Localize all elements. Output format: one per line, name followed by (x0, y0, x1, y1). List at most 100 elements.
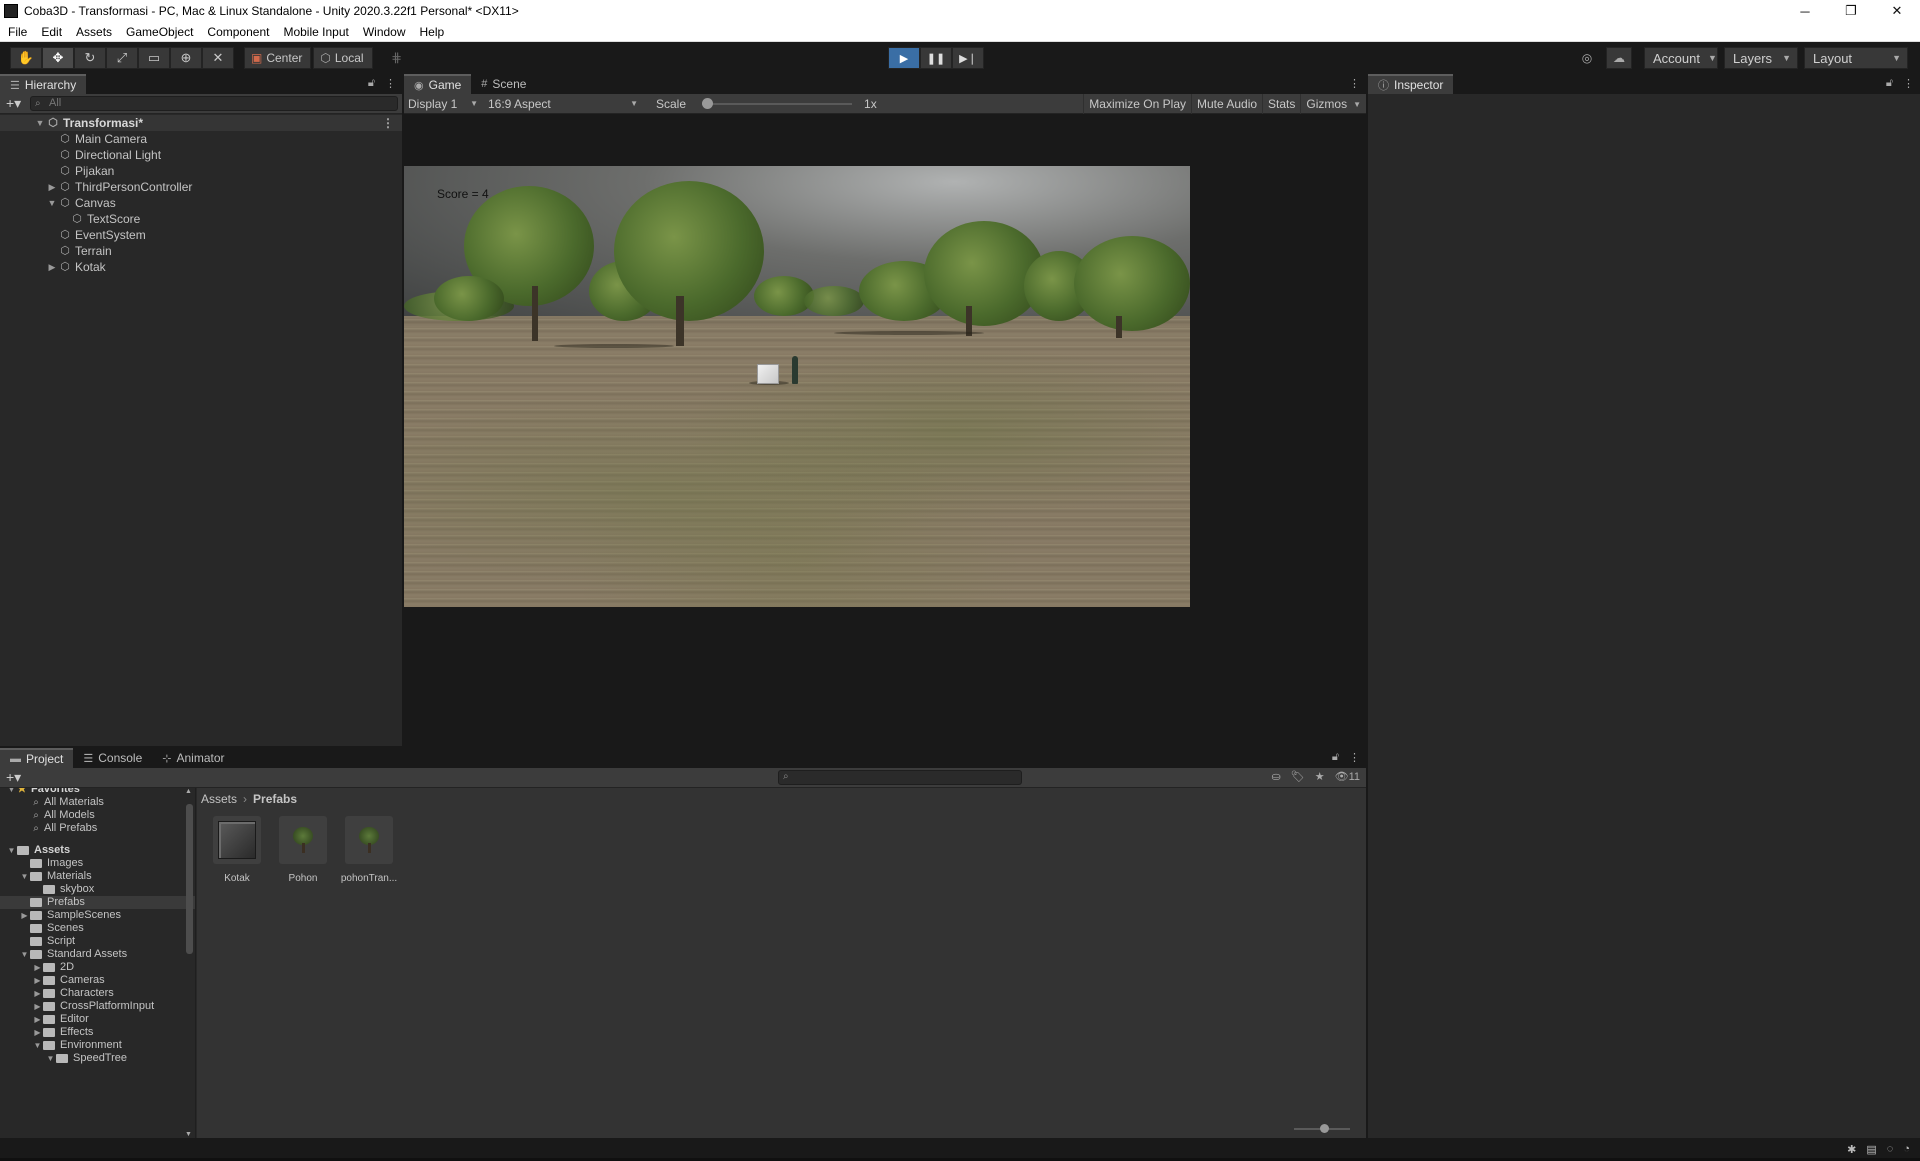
breadcrumb-assets[interactable]: Assets (201, 792, 237, 806)
expand-arrow-icon[interactable]: ▶ (32, 987, 43, 1000)
cache-icon[interactable]: ▤ (1866, 1143, 1876, 1156)
thumbnail-size-knob[interactable] (1320, 1124, 1329, 1133)
folder-item-cameras[interactable]: ▶ Cameras (0, 974, 195, 987)
expand-arrow-icon[interactable]: ▶ (32, 1013, 43, 1026)
layers-dropdown[interactable]: Layers ▼ (1724, 47, 1798, 69)
tab-inspector[interactable]: ⓘ Inspector (1368, 74, 1454, 94)
expand-arrow-icon[interactable]: ▼ (6, 844, 17, 857)
hierarchy-item-kotak[interactable]: ▶ ⬡ Kotak (0, 259, 402, 275)
kebab-menu-icon[interactable]: ⋮ (1349, 751, 1360, 764)
hierarchy-item-pijakan[interactable]: ⬡ Pijakan (0, 163, 402, 179)
rotate-tool-icon[interactable]: ↻ (74, 47, 106, 69)
asset-item-kotak[interactable]: Kotak (211, 816, 263, 884)
favorites-header[interactable]: ▼ ★ Favorites (0, 788, 195, 796)
folder-item-skybox[interactable]: skybox (0, 883, 195, 896)
hierarchy-item-thirdpersoncontroller[interactable]: ▶ ⬡ ThirdPersonController (0, 179, 402, 195)
scroll-up-icon[interactable]: ▲ (185, 788, 192, 795)
aspect-dropdown[interactable]: 16:9 Aspect ▼ (484, 94, 642, 114)
folder-item-materials[interactable]: ▼ Materials (0, 870, 195, 883)
asset-item-pohontran-[interactable]: pohonTran... (341, 816, 397, 884)
expand-arrow-icon[interactable]: ▼ (19, 948, 30, 961)
menu-window[interactable]: Window (355, 22, 412, 42)
menu-help[interactable]: Help (412, 22, 451, 42)
menu-gameobject[interactable]: GameObject (118, 22, 199, 42)
expand-arrow-icon[interactable]: ▶ (19, 909, 30, 922)
hierarchy-item-canvas[interactable]: ▼ ⬡ Canvas (0, 195, 402, 211)
folder-item-speedtree[interactable]: ▼ SpeedTree (0, 1052, 195, 1065)
menu-component[interactable]: Component (199, 22, 275, 42)
maximize-on-play-button[interactable]: Maximize On Play (1083, 94, 1191, 114)
folder-item-standard-assets[interactable]: ▼ Standard Assets (0, 948, 195, 961)
tab-console[interactable]: ☰ Console (73, 748, 152, 768)
scale-tool-icon[interactable]: ⤢ (106, 47, 138, 69)
create-asset-button[interactable]: +▾ (0, 769, 30, 786)
menu-assets[interactable]: Assets (68, 22, 118, 42)
hand-tool-icon[interactable]: ✋ (10, 47, 42, 69)
play-icon[interactable]: ▶ (888, 47, 920, 69)
thumbnail-size-slider[interactable] (1294, 1124, 1350, 1133)
kebab-menu-icon[interactable]: ⋮ (1903, 77, 1914, 90)
folder-item-crossplatforminput[interactable]: ▶ CrossPlatformInput (0, 1000, 195, 1013)
bug-icon[interactable]: ✱ (1847, 1143, 1856, 1156)
kebab-menu-icon[interactable]: ⋮ (382, 116, 394, 130)
scene-root-row[interactable]: ▼ ⬡ Transformasi* ⋮ (0, 115, 402, 131)
menu-file[interactable]: File (0, 22, 33, 42)
expand-arrow-icon[interactable]: ▶ (46, 262, 58, 273)
move-tool-icon[interactable]: ✥ (42, 47, 74, 69)
transform-tool-icon[interactable]: ⊕ (170, 47, 202, 69)
hierarchy-item-directional-light[interactable]: ⬡ Directional Light (0, 147, 402, 163)
account-dropdown[interactable]: Account ▼ (1644, 47, 1718, 69)
filter-by-type-icon[interactable]: ⛀ (1272, 770, 1281, 783)
expand-arrow-icon[interactable]: ▼ (6, 788, 17, 796)
folder-item-prefabs[interactable]: Prefabs (0, 896, 195, 909)
project-search-input[interactable]: ⌕ (778, 770, 1022, 785)
pivot-center-button[interactable]: ▣ Center (244, 47, 312, 69)
expand-arrow-icon[interactable]: ▼ (19, 870, 30, 883)
asset-item-pohon[interactable]: Pohon (277, 816, 329, 884)
expand-arrow-icon[interactable]: ▶ (32, 1026, 43, 1039)
hierarchy-search-input[interactable]: ⌕ All (30, 96, 398, 111)
scale-slider[interactable] (702, 97, 853, 109)
folder-item-editor[interactable]: ▶ Editor (0, 1013, 195, 1026)
tab-hierarchy[interactable]: ☰ Hierarchy (0, 74, 87, 94)
scrollbar-thumb[interactable] (186, 804, 193, 954)
expand-arrow-icon[interactable]: ▶ (32, 1000, 43, 1013)
folder-item-script[interactable]: Script (0, 935, 195, 948)
pivot-local-button[interactable]: ⬡ Local (313, 47, 373, 69)
favorite-item[interactable]: ⌕ All Materials (0, 796, 195, 809)
folder-item-scenes[interactable]: Scenes (0, 922, 195, 935)
expand-arrow-icon[interactable]: ▼ (45, 1052, 56, 1065)
tab-game[interactable]: ◉ Game (404, 74, 472, 94)
favorite-star-icon[interactable]: ★ (1315, 770, 1325, 783)
expand-arrow-icon[interactable]: ▶ (32, 961, 43, 974)
mute-audio-button[interactable]: Mute Audio (1191, 94, 1262, 114)
lock-icon[interactable]: 🔓︎ (368, 77, 375, 90)
expand-arrow-icon[interactable]: ▼ (32, 1039, 43, 1052)
folder-item-environment[interactable]: ▼ Environment (0, 1039, 195, 1052)
folder-item-characters[interactable]: ▶ Characters (0, 987, 195, 1000)
stats-button[interactable]: Stats (1262, 94, 1300, 114)
scroll-down-icon[interactable]: ▼ (185, 1131, 192, 1138)
folder-item-2d[interactable]: ▶ 2D (0, 961, 195, 974)
hierarchy-item-eventsystem[interactable]: ⬡ EventSystem (0, 227, 402, 243)
menu-mobile-input[interactable]: Mobile Input (275, 22, 354, 42)
hierarchy-item-textscore[interactable]: ⬡ TextScore (0, 211, 402, 227)
favorite-item[interactable]: ⌕ All Prefabs (0, 822, 195, 835)
expand-arrow-icon[interactable]: ▶ (32, 974, 43, 987)
filter-by-label-icon[interactable]: 🏷︎ (1291, 770, 1305, 783)
hierarchy-item-main-camera[interactable]: ⬡ Main Camera (0, 131, 402, 147)
menu-edit[interactable]: Edit (33, 22, 68, 42)
display-dropdown[interactable]: Display 1 ▼ (404, 94, 482, 114)
folder-item-assets[interactable]: ▼ Assets (0, 844, 195, 857)
lock-icon[interactable]: 🔓︎ (1886, 77, 1893, 90)
close-button[interactable]: ✕ (1874, 0, 1920, 22)
auto-generate-lighting-icon[interactable]: ◌ (1887, 1143, 1894, 1156)
progress-icon[interactable]: ◔ (1903, 1143, 1910, 1156)
tab-scene[interactable]: # Scene (471, 74, 536, 94)
minimize-button[interactable]: ─ (1782, 0, 1828, 22)
folder-item-effects[interactable]: ▶ Effects (0, 1026, 195, 1039)
create-dropdown-button[interactable]: +▾ (0, 95, 30, 112)
rect-tool-icon[interactable]: ▭ (138, 47, 170, 69)
maximize-button[interactable]: ❐ (1828, 0, 1874, 22)
tab-animator[interactable]: ⊹ Animator (152, 748, 234, 768)
